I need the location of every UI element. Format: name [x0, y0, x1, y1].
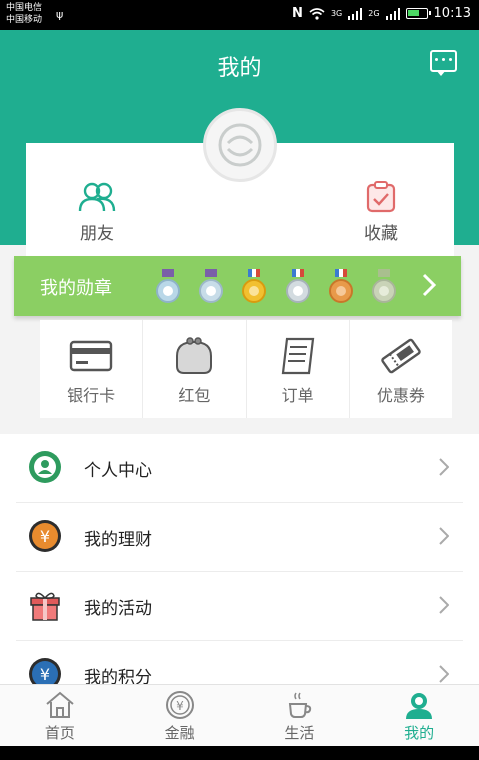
favorites-label: 收藏	[364, 224, 398, 244]
coupon-icon	[381, 338, 421, 374]
coffee-cup-icon	[289, 692, 312, 718]
chevron-right-icon	[439, 527, 449, 545]
tab-mine-label: 我的	[404, 724, 435, 742]
svg-text:¥: ¥	[40, 527, 50, 546]
red-packet-button[interactable]: 红包	[142, 320, 245, 418]
network-2: 2G	[368, 9, 380, 18]
user-icon	[406, 693, 433, 719]
my-finance-label: 我的理财	[84, 530, 152, 550]
wallet-card: 银行卡 红包 订单 优惠券	[40, 320, 452, 418]
tab-home-label: 首页	[44, 724, 75, 742]
person-center-icon	[29, 451, 61, 483]
medal-bronze-icon	[329, 269, 353, 303]
chevron-right-icon	[439, 665, 449, 683]
friends-button[interactable]: 朋友	[52, 181, 142, 244]
menu-item-personal-center[interactable]: 个人中心	[0, 434, 479, 503]
orders-button[interactable]: 订单	[245, 320, 349, 418]
tab-finance-label: 金融	[164, 724, 195, 742]
message-icon[interactable]	[430, 50, 457, 76]
svg-text:¥: ¥	[40, 665, 50, 684]
bank-card-label: 银行卡	[67, 386, 116, 405]
tab-life[interactable]: 生活	[240, 685, 360, 746]
yen-icon: ¥	[165, 691, 194, 719]
yen-coin-icon: ¥	[29, 520, 61, 552]
carrier-1: 中国电信	[6, 3, 43, 13]
friends-icon	[78, 182, 116, 212]
coupon-label: 优惠券	[376, 386, 425, 405]
home-icon	[46, 691, 74, 718]
page-title: 我的	[217, 56, 262, 81]
avatar[interactable]	[203, 108, 277, 182]
red-packet-label: 红包	[178, 386, 211, 405]
medal-silver-3-icon	[286, 269, 310, 303]
status-right: N 3G 2G 10:13	[292, 6, 471, 21]
tab-finance[interactable]: ¥ 金融	[120, 685, 240, 746]
gift-icon	[30, 592, 60, 621]
orders-label: 订单	[281, 386, 314, 405]
my-activities-label: 我的活动	[84, 599, 152, 619]
battery-icon	[405, 8, 431, 19]
medal-gold-icon	[242, 269, 266, 303]
chevron-right-icon	[439, 458, 449, 476]
medal-silver-2-icon	[199, 269, 223, 303]
favorites-button[interactable]: 收藏	[336, 181, 426, 244]
bank-card-icon	[69, 340, 113, 372]
medal-grey-icon	[372, 269, 396, 303]
friends-label: 朋友	[80, 224, 114, 244]
tab-bar: 首页 ¥ 金融 生活 我的	[0, 684, 479, 746]
my-points-label: 我的积分	[84, 668, 152, 684]
medal-silver-1-icon	[156, 269, 180, 303]
menu-item-my-activities[interactable]: 我的活动	[0, 572, 479, 641]
tab-life-label: 生活	[284, 724, 315, 742]
personal-center-label: 个人中心	[84, 461, 152, 481]
coupon-button[interactable]: 优惠券	[348, 320, 452, 418]
system-nav-bar	[0, 746, 479, 760]
nfc-icon: N	[292, 6, 303, 21]
medal-label: 我的勋章	[40, 278, 112, 299]
bank-card-button[interactable]: 银行卡	[40, 320, 142, 418]
purse-icon	[176, 337, 213, 374]
status-bar: 中国电信 中国移动 ψ N 3G 2G 10:13	[0, 0, 479, 30]
signal-icon-1	[348, 7, 363, 20]
chevron-right-icon	[439, 596, 449, 614]
menu-item-my-finance[interactable]: ¥ 我的理财	[0, 503, 479, 572]
network-1: 3G	[330, 9, 343, 18]
chevron-right-icon	[422, 273, 437, 297]
signal-icon-2	[385, 7, 400, 20]
points-icon: ¥	[29, 658, 61, 684]
carrier-2: 中国移动	[6, 15, 43, 25]
tab-home[interactable]: 首页	[0, 685, 120, 746]
wifi-icon	[309, 7, 325, 20]
medal-bar[interactable]: 我的勋章	[14, 256, 461, 316]
receipt-icon	[281, 337, 314, 375]
favorites-icon	[366, 181, 396, 213]
carrier-info: 中国电信 中国移动	[6, 2, 42, 26]
clock: 10:13	[433, 6, 471, 21]
avatar-logo-icon	[218, 123, 262, 167]
menu-item-my-points[interactable]: ¥ 我的积分	[0, 641, 479, 684]
menu-list: 个人中心 ¥ 我的理财 我的活动 ¥ 我的积分	[0, 434, 479, 684]
svg-text:¥: ¥	[176, 699, 184, 713]
usb-icon: ψ	[56, 8, 64, 21]
tab-mine[interactable]: 我的	[359, 685, 479, 746]
